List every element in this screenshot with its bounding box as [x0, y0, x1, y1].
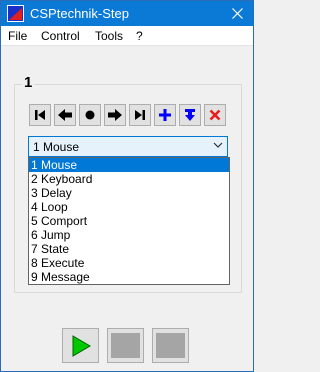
- next-step-button[interactable]: [104, 104, 126, 126]
- add-step-button[interactable]: [154, 104, 176, 126]
- disabled-button-icon: [111, 333, 140, 358]
- app-window: CSPtechnik-Step File Control Tools ? 1 1…: [0, 0, 254, 372]
- disabled-button-icon: [156, 333, 185, 358]
- menu-file[interactable]: File: [8, 29, 27, 43]
- step-type-combo[interactable]: 1 Mouse: [28, 136, 228, 157]
- record-button[interactable]: [79, 104, 101, 126]
- combo-selected-value: 1 Mouse: [33, 140, 80, 154]
- delete-step-button[interactable]: [204, 104, 226, 126]
- dropdown-option[interactable]: 1 Mouse: [29, 158, 229, 172]
- play-icon: [72, 334, 91, 357]
- dropdown-option[interactable]: 6 Jump: [29, 228, 229, 242]
- dropdown-option[interactable]: 9 Message: [29, 270, 229, 284]
- insert-step-icon: [185, 109, 195, 121]
- menu-tools[interactable]: Tools: [95, 29, 123, 43]
- app-logo-icon: [7, 5, 24, 22]
- dropdown-option[interactable]: 4 Loop: [29, 200, 229, 214]
- play-button[interactable]: [62, 328, 99, 363]
- dropdown-option[interactable]: 3 Delay: [29, 186, 229, 200]
- previous-step-icon: [58, 109, 72, 121]
- record-icon: [85, 110, 95, 120]
- last-step-button[interactable]: [129, 104, 151, 126]
- pause-button[interactable]: [107, 328, 144, 363]
- dropdown-option[interactable]: 7 State: [29, 242, 229, 256]
- title-bar[interactable]: CSPtechnik-Step: [1, 1, 253, 26]
- close-icon: [231, 8, 243, 19]
- add-step-icon: [159, 109, 171, 121]
- last-step-icon: [135, 110, 145, 120]
- step-number: 1: [22, 74, 35, 91]
- chevron-down-icon: [213, 142, 223, 148]
- insert-step-button[interactable]: [179, 104, 201, 126]
- delete-step-icon: [209, 109, 221, 121]
- stop-button[interactable]: [152, 328, 189, 363]
- dropdown-option[interactable]: 2 Keyboard: [29, 172, 229, 186]
- menu-control[interactable]: Control: [41, 29, 80, 43]
- menu-help[interactable]: ?: [136, 29, 143, 43]
- first-step-button[interactable]: [29, 104, 51, 126]
- close-button[interactable]: [221, 1, 253, 26]
- previous-step-button[interactable]: [54, 104, 76, 126]
- first-step-icon: [35, 110, 45, 120]
- next-step-icon: [108, 109, 122, 121]
- dropdown-option[interactable]: 8 Execute: [29, 256, 229, 270]
- dropdown-option[interactable]: 5 Comport: [29, 214, 229, 228]
- window-title: CSPtechnik-Step: [30, 6, 129, 21]
- menu-bar: File Control Tools ?: [1, 26, 253, 46]
- step-type-dropdown: 1 Mouse 2 Keyboard 3 Delay 4 Loop 5 Comp…: [28, 157, 230, 285]
